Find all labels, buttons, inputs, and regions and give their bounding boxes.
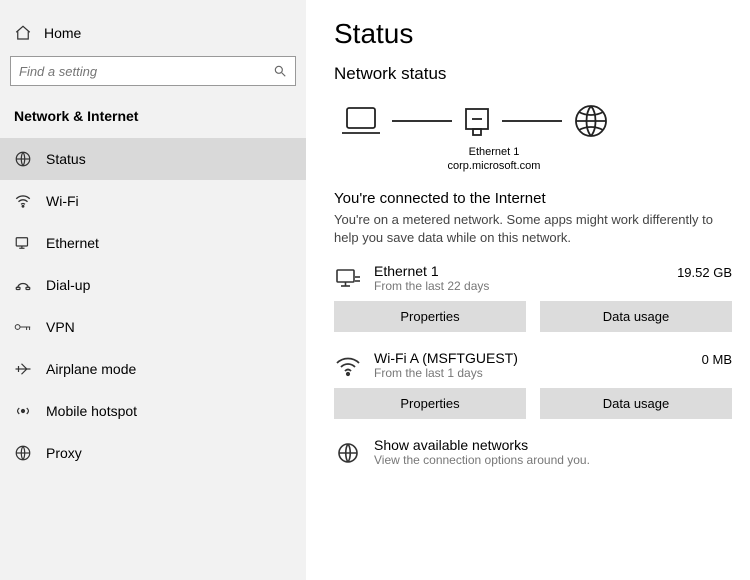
sidebar-item-airplane[interactable]: Airplane mode xyxy=(0,348,306,390)
sidebar-item-hotspot[interactable]: Mobile hotspot xyxy=(0,390,306,432)
search-icon xyxy=(273,64,287,78)
laptop-icon xyxy=(340,104,382,138)
sidebar-item-label: Dial-up xyxy=(46,277,90,293)
router-icon xyxy=(462,104,492,138)
airplane-icon xyxy=(14,360,32,378)
connection-name: Wi-Fi A (MSFTGUEST) xyxy=(374,350,690,366)
sidebar-item-ethernet[interactable]: Ethernet xyxy=(0,222,306,264)
sidebar-item-label: VPN xyxy=(46,319,75,335)
connection-subtext: From the last 1 days xyxy=(374,366,690,380)
sidebar-item-label: Ethernet xyxy=(46,235,99,251)
sidebar-item-status[interactable]: Status xyxy=(0,138,306,180)
connection-subtext: From the last 22 days xyxy=(374,279,665,293)
diagram-caption: Ethernet 1 corp.microsoft.com xyxy=(439,146,549,174)
network-diagram xyxy=(334,102,732,140)
sidebar-item-label: Mobile hotspot xyxy=(46,403,137,419)
search-box[interactable] xyxy=(10,56,296,86)
sidebar-item-dialup[interactable]: Dial-up xyxy=(0,264,306,306)
connection-name: Ethernet 1 xyxy=(374,263,665,279)
wifi-icon xyxy=(334,352,362,380)
data-usage-button[interactable]: Data usage xyxy=(540,388,732,419)
main-panel: Status Network status Ethernet 1 corp.mi… xyxy=(306,0,750,580)
diagram-conn-name: Ethernet 1 xyxy=(439,146,549,160)
home-icon xyxy=(14,24,32,42)
home-label: Home xyxy=(44,25,81,41)
globe-icon xyxy=(572,102,610,140)
ethernet-icon xyxy=(334,265,362,293)
section-heading: Network status xyxy=(334,64,732,84)
globe-icon xyxy=(334,439,362,467)
metered-text: You're on a metered network. Some apps m… xyxy=(334,211,732,247)
sidebar-item-label: Proxy xyxy=(46,445,82,461)
dialup-icon xyxy=(14,276,32,294)
properties-button[interactable]: Properties xyxy=(334,301,526,332)
sidebar: Home Network & Internet Status Wi-Fi xyxy=(0,0,306,580)
sidebar-item-label: Status xyxy=(46,151,86,167)
sidebar-item-wifi[interactable]: Wi-Fi xyxy=(0,180,306,222)
show-available-networks[interactable]: Show available networks View the connect… xyxy=(334,437,732,467)
page-title: Status xyxy=(334,18,732,50)
status-icon xyxy=(14,150,32,168)
sidebar-item-label: Wi-Fi xyxy=(46,193,79,209)
hotspot-icon xyxy=(14,402,32,420)
search-wrap xyxy=(0,52,306,98)
wifi-icon xyxy=(14,192,32,210)
ethernet-icon xyxy=(14,234,32,252)
diagram-line xyxy=(392,120,452,122)
sidebar-item-proxy[interactable]: Proxy xyxy=(0,432,306,474)
search-input[interactable] xyxy=(19,64,273,79)
show-networks-title: Show available networks xyxy=(374,437,590,453)
connection-block-ethernet: Ethernet 1 From the last 22 days 19.52 G… xyxy=(334,263,732,332)
show-networks-subtitle: View the connection options around you. xyxy=(374,453,590,467)
connection-usage: 19.52 GB xyxy=(677,263,732,280)
diagram-conn-domain: corp.microsoft.com xyxy=(439,160,549,174)
connected-heading: You're connected to the Internet xyxy=(334,190,732,207)
vpn-icon xyxy=(14,318,32,336)
proxy-icon xyxy=(14,444,32,462)
connection-block-wifi: Wi-Fi A (MSFTGUEST) From the last 1 days… xyxy=(334,350,732,419)
home-button[interactable]: Home xyxy=(0,18,306,52)
sidebar-item-label: Airplane mode xyxy=(46,361,136,377)
connection-usage: 0 MB xyxy=(702,350,732,367)
data-usage-button[interactable]: Data usage xyxy=(540,301,732,332)
properties-button[interactable]: Properties xyxy=(334,388,526,419)
sidebar-item-vpn[interactable]: VPN xyxy=(0,306,306,348)
diagram-line xyxy=(502,120,562,122)
category-heading: Network & Internet xyxy=(0,98,306,138)
